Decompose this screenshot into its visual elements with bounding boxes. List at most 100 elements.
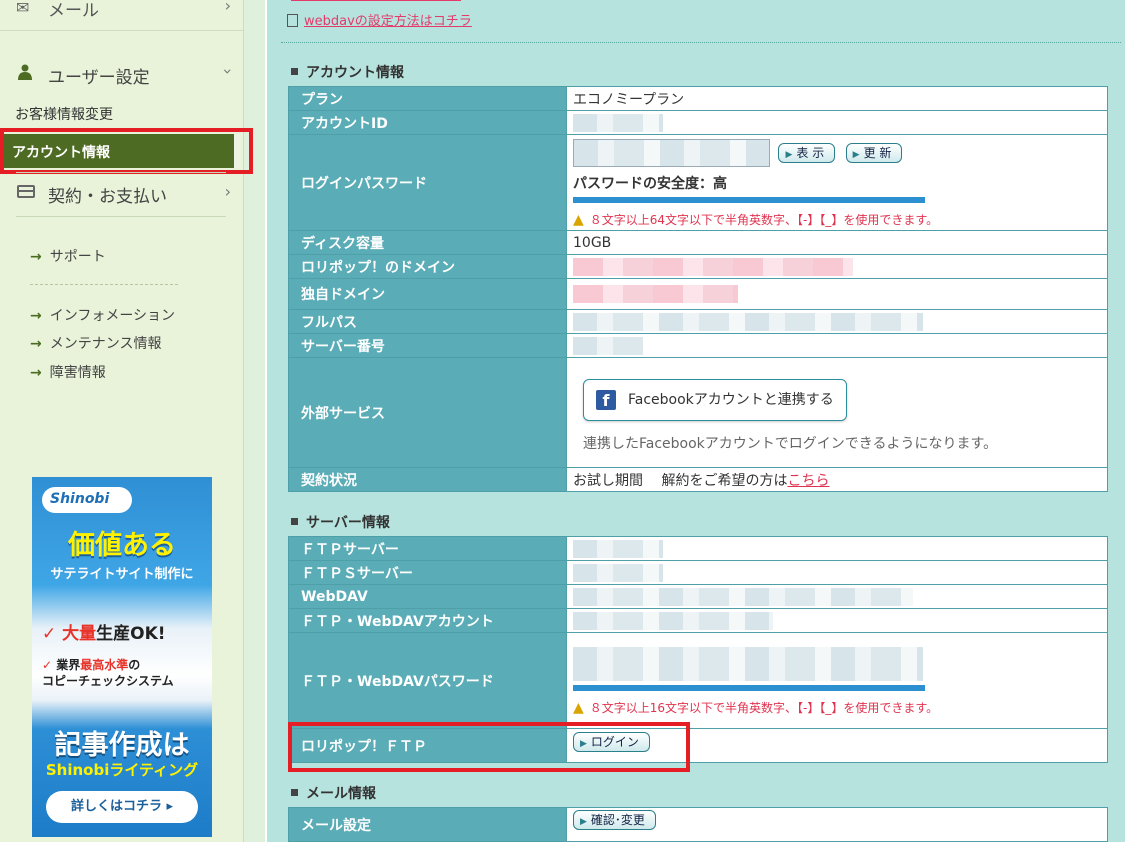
sidebar-item-contract[interactable]: 契約・お支払い › xyxy=(0,175,243,213)
square-bullet-icon xyxy=(291,789,298,796)
cancel-link[interactable]: こちら xyxy=(787,473,829,489)
redacted-value xyxy=(573,113,663,132)
sidebar-item-customer-info[interactable]: お客様情報変更 xyxy=(15,104,113,124)
document-icon xyxy=(287,14,298,27)
divider xyxy=(16,172,226,173)
arrow-right-icon: → xyxy=(30,308,42,324)
table-row: ＦＴＰＳサーバー xyxy=(288,560,1108,585)
fullpath-value xyxy=(566,309,1108,334)
table-row: 独自ドメイン xyxy=(288,278,1108,310)
contract-status-label: 契約状況 xyxy=(288,467,567,492)
facebook-connect-button[interactable]: f Facebookアカウントと連携する xyxy=(583,378,847,421)
banner-point-1: ✓ 大量生産OK! xyxy=(42,619,166,644)
redacted-value xyxy=(573,257,853,276)
section-title-account: アカウント情報 xyxy=(291,62,404,82)
check-icon: ✓ xyxy=(42,658,53,672)
mail-settings-cell: ▶ 確認･変更 xyxy=(566,807,1108,842)
banner-brand: Shinobiライティング xyxy=(45,761,199,779)
card-icon xyxy=(17,185,35,198)
banner-headline-2: 記事作成は xyxy=(54,730,190,761)
plan-value: エコノミープラン xyxy=(566,86,1108,111)
password-label: ログインパスワード xyxy=(288,134,567,231)
table-row: プラン エコノミープラン xyxy=(288,86,1108,111)
server-no-label: サーバー番号 xyxy=(288,333,567,358)
ftp-server-label: ＦＴＰサーバー xyxy=(288,536,567,561)
ftps-server-label: ＦＴＰＳサーバー xyxy=(288,560,567,585)
lolipop-domain-value xyxy=(566,254,1108,279)
banner-text: 業界 xyxy=(56,658,81,672)
button-label: 表 示 xyxy=(796,146,825,160)
table-row: ログインパスワード ▶ 表 示 ▶ 更 新 パスワードの安全度：高 ▲ ８文字以上64… xyxy=(288,134,1108,231)
square-bullet-icon xyxy=(291,68,298,75)
password-input[interactable] xyxy=(573,139,770,167)
account-table: プラン エコノミープラン アカウントID ログインパスワード ▶ 表 示 ▶ 更 新… xyxy=(288,86,1108,492)
sidebar-link-information[interactable]: → インフォメーション xyxy=(30,305,175,325)
chevron-down-icon: › xyxy=(218,68,238,75)
play-icon: ▶ xyxy=(785,150,793,160)
sidebar-item-mail[interactable]: ✉ メール › xyxy=(0,0,243,31)
highlight-box xyxy=(288,722,690,772)
button-label: Facebookアカウントと連携する xyxy=(628,391,834,408)
update-button[interactable]: ▶ 更 新 xyxy=(845,143,903,163)
arrow-right-icon: → xyxy=(30,336,42,352)
chevron-right-icon: › xyxy=(224,182,231,201)
sidebar-item-user-settings[interactable]: ユーザー設定 › xyxy=(0,50,243,96)
facebook-note: 連携したFacebookアカウントでログインできるようになります。 xyxy=(583,435,998,452)
rule-text: ８文字以上16文字以下で半角英数字、【-】【_】を使用できます。 xyxy=(589,701,939,715)
ftp-password-label: ＦＴＰ・WebDAVパスワード xyxy=(288,632,567,729)
section-label: サーバー情報 xyxy=(306,515,390,531)
password-rule: ▲ ８文字以上64文字以下で半角英数字、【-】【_】を使用できます。 xyxy=(573,211,1107,228)
mail-icon: ✉ xyxy=(16,0,30,17)
section-label: メール情報 xyxy=(306,786,376,802)
table-row: ＦＴＰサーバー xyxy=(288,536,1108,561)
ftp-server-value xyxy=(566,536,1108,561)
own-domain-label: 独自ドメイン xyxy=(288,278,567,310)
link-label: webdavの設定方法はコチラ xyxy=(304,14,472,29)
section-label: アカウント情報 xyxy=(306,65,404,81)
show-button[interactable]: ▶ 表 示 xyxy=(778,143,836,163)
webdav-value xyxy=(566,584,1108,609)
sidebar-link-failure[interactable]: → 障害情報 xyxy=(30,362,106,382)
link-label: サポート xyxy=(49,249,106,265)
divider xyxy=(16,216,226,217)
arrow-right-icon: → xyxy=(30,249,42,265)
banner-more-button[interactable]: 詳しくはコチラ ▸ xyxy=(46,791,198,823)
table-row: ディスク容量 10GB xyxy=(288,230,1108,255)
sidebar-item-label: メール xyxy=(48,1,99,21)
table-row: ＦＴＰ・WebDAVアカウント xyxy=(288,608,1108,633)
redacted-value xyxy=(573,563,663,582)
own-domain-value xyxy=(566,278,1108,310)
redacted-value xyxy=(573,539,663,558)
confirm-change-button[interactable]: ▶ 確認･変更 xyxy=(573,809,656,830)
ad-banner[interactable]: Shinobi 価値ある サテライトサイト制作に ✓ 大量生産OK! ✓ 業界最… xyxy=(32,477,212,837)
banner-text: コピーチェックシステム xyxy=(42,674,174,688)
webdav-help-link[interactable]: webdavの設定方法はコチラ xyxy=(287,10,472,29)
server-no-value xyxy=(566,333,1108,358)
strength-bar xyxy=(573,197,925,203)
table-row: WebDAV xyxy=(288,584,1108,609)
banner-headline: 価値ある xyxy=(68,530,176,561)
strength-bar xyxy=(573,685,925,691)
check-icon: ✓ xyxy=(42,624,57,644)
redacted-value xyxy=(573,312,923,331)
banner-subheadline: サテライトサイト制作に xyxy=(50,567,194,582)
ftps-server-value xyxy=(566,560,1108,585)
divider xyxy=(30,284,178,285)
table-row: メール設定 ▶ 確認･変更 xyxy=(288,807,1108,842)
ftp-password-cell: ▲ ８文字以上16文字以下で半角英数字、【-】【_】を使用できます。 xyxy=(566,632,1108,729)
banner-text: 生産OK! xyxy=(96,624,166,644)
table-row: フルパス xyxy=(288,309,1108,334)
mail-settings-label: メール設定 xyxy=(288,807,567,842)
section-title-server: サーバー情報 xyxy=(291,512,390,532)
table-row: サーバー番号 xyxy=(288,333,1108,358)
table-row: ロリポップ！のドメイン xyxy=(288,254,1108,279)
lolipop-domain-label: ロリポップ！のドメイン xyxy=(288,254,567,279)
sidebar-link-support[interactable]: → サポート xyxy=(30,246,106,266)
banner-emph: 大量 xyxy=(62,624,97,644)
password-strength: パスワードの安全度：高 xyxy=(573,176,727,192)
banner-logo: Shinobi xyxy=(42,487,132,513)
webdav-label: WebDAV xyxy=(288,584,567,609)
sidebar-link-maintenance[interactable]: → メンテナンス情報 xyxy=(30,333,161,353)
sidebar-item-label: ユーザー設定 xyxy=(48,68,150,88)
play-icon: ▶ xyxy=(580,816,587,827)
